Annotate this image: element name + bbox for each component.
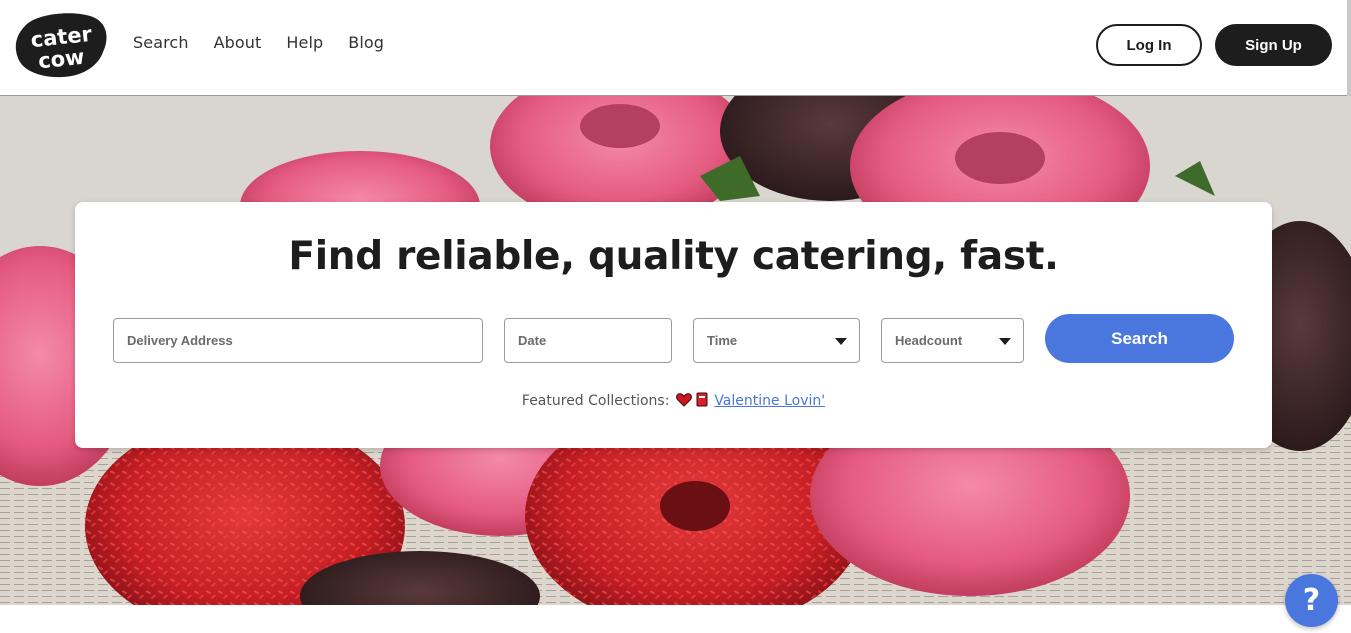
chevron-down-icon	[835, 338, 847, 345]
time-select-label: Time	[707, 333, 738, 348]
chevron-down-icon	[999, 338, 1011, 345]
page-scrollbar[interactable]	[1347, 0, 1351, 110]
heart-icon	[675, 393, 692, 411]
date-input[interactable]: Date	[504, 318, 672, 363]
nav-about[interactable]: About	[214, 33, 262, 52]
featured-collections: Featured Collections: Valentine Lovin'	[75, 391, 1272, 411]
search-card: Find reliable, quality catering, fast. D…	[75, 202, 1272, 448]
main-nav: Search About Help Blog	[133, 33, 409, 52]
catercow-logo[interactable]: cater cow	[15, 12, 108, 78]
help-chat-button[interactable]: ?	[1285, 574, 1338, 627]
time-select[interactable]: Time	[693, 318, 860, 363]
site-header: cater cow Search About Help Blog Log In …	[0, 0, 1351, 96]
cup-icon	[696, 391, 708, 411]
nav-blog[interactable]: Blog	[348, 33, 384, 52]
headcount-select-label: Headcount	[895, 333, 963, 348]
nav-help[interactable]: Help	[286, 33, 323, 52]
headcount-select[interactable]: Headcount	[881, 318, 1024, 363]
search-button[interactable]: Search	[1045, 314, 1234, 363]
valentine-collection-link[interactable]: Valentine Lovin'	[714, 393, 825, 409]
signup-button[interactable]: Sign Up	[1215, 24, 1332, 66]
featured-collections-label: Featured Collections:	[521, 393, 670, 409]
nav-search[interactable]: Search	[133, 33, 189, 52]
login-button[interactable]: Log In	[1096, 24, 1202, 66]
delivery-address-input[interactable]: Delivery Address	[113, 318, 483, 363]
svg-text:cow: cow	[37, 45, 86, 74]
hero-headline: Find reliable, quality catering, fast.	[288, 234, 1059, 279]
